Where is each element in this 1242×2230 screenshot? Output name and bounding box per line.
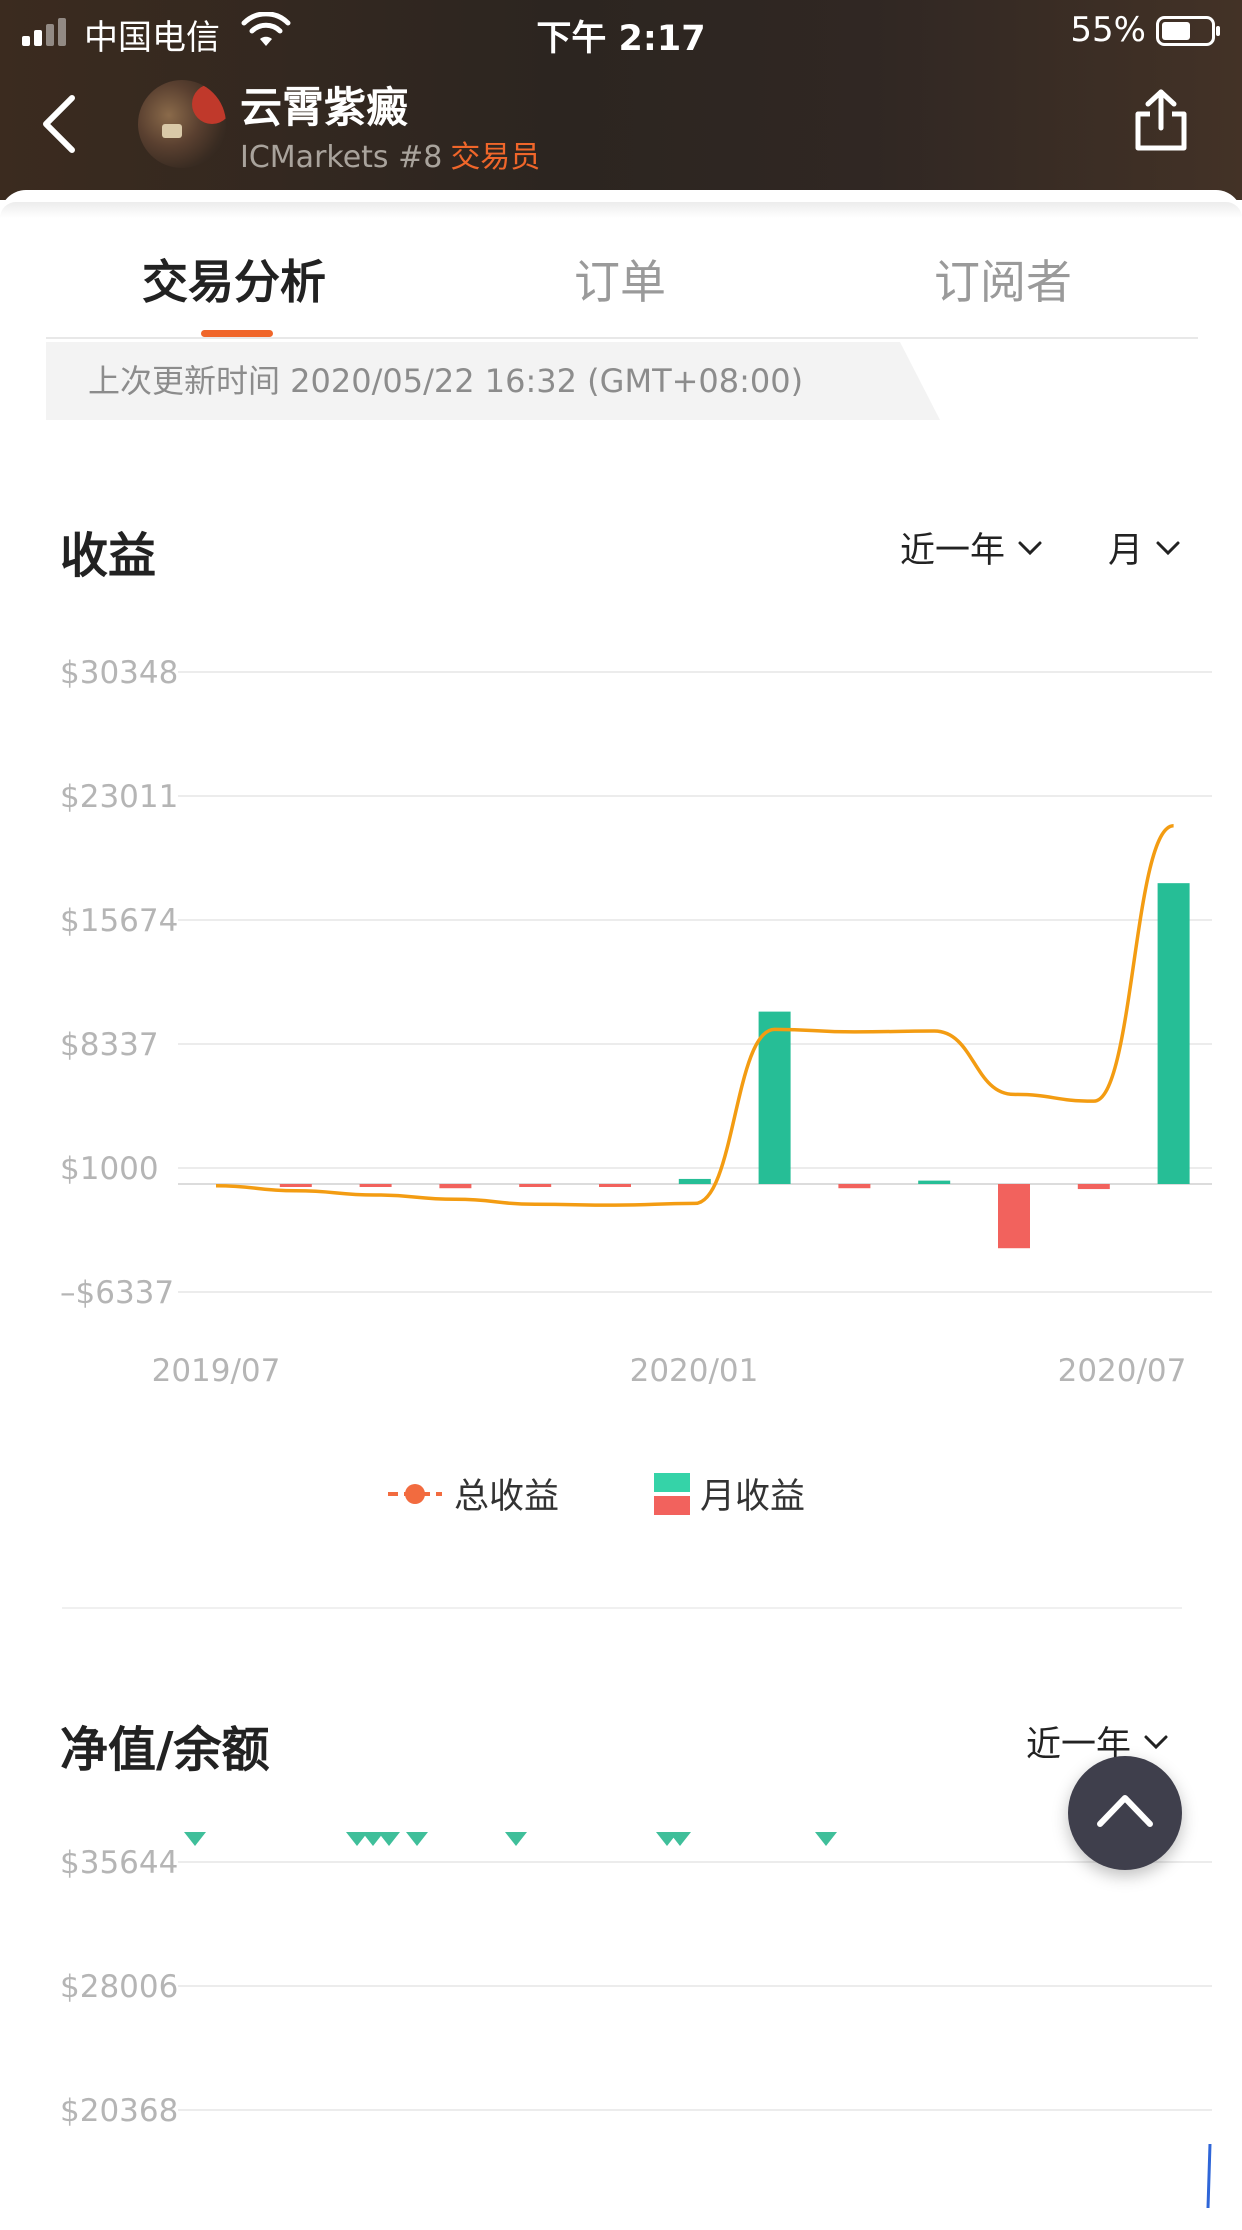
status-bar: 中国电信 下午 2:17 55% <box>0 0 1242 62</box>
profit-bar <box>359 1184 392 1187</box>
chevron-up-icon <box>1097 1795 1153 1827</box>
trader-nickname: 云霄紫癜 <box>240 83 409 132</box>
x-tick-label: 2019/07 <box>152 1353 281 1389</box>
profit-period-label: 月 <box>1108 531 1144 571</box>
tab-trade-analysis[interactable]: 交易分析 <box>142 246 326 312</box>
tab-divider <box>46 337 1198 339</box>
profit-period-dropdown[interactable]: 月 <box>1108 522 1181 573</box>
back-arrow-icon[interactable] <box>36 92 80 156</box>
profit-bar <box>599 1184 631 1187</box>
profit-bar <box>758 1011 791 1184</box>
legend-monthly-profit[interactable]: 月收益 <box>654 1468 805 1519</box>
profit-bar <box>678 1178 711 1184</box>
navigation-bar: 云霄紫癜 ICMarkets #8 交易员 <box>0 62 1242 200</box>
equity-section-title: 净值/余额 <box>60 1722 270 1778</box>
tab-orders[interactable]: 订单 <box>574 246 666 312</box>
y-tick-label: $30348 <box>60 655 178 691</box>
y-tick-label: $15674 <box>60 903 178 939</box>
profit-section-title: 收益 <box>60 528 157 584</box>
y-tick-label: $8337 <box>60 1027 159 1063</box>
y-tick-label: $28006 <box>60 1969 178 2005</box>
profit-range-dropdown[interactable]: 近一年 <box>900 522 1043 573</box>
deposit-marker <box>378 1832 400 1846</box>
profit-bar <box>998 1184 1030 1249</box>
profit-bar <box>838 1184 871 1189</box>
deposit-marker <box>505 1832 527 1846</box>
avatar[interactable] <box>138 80 226 168</box>
total-profit-line <box>215 823 1175 1207</box>
tab-bar: 交易分析 订单 订阅者 <box>0 220 1242 338</box>
bar-swatch-icon <box>654 1472 690 1515</box>
equity-chart: $35644 $28006 $20368 <box>60 1832 1212 2208</box>
chevron-down-icon <box>1144 1735 1168 1749</box>
share-icon[interactable] <box>1132 88 1190 152</box>
deposit-marker <box>184 1832 206 1846</box>
profit-bar <box>439 1184 472 1189</box>
y-tick-label: $35644 <box>60 1845 178 1881</box>
profit-bar <box>279 1184 312 1187</box>
profit-bar <box>1077 1184 1110 1190</box>
role-badge: 交易员 <box>450 140 541 175</box>
card-top-edge <box>0 202 1242 218</box>
equity-range-dropdown[interactable]: 近一年 <box>1026 1716 1169 1767</box>
broker-account: ICMarkets #8 <box>240 140 443 175</box>
profit-bar <box>1157 883 1190 1184</box>
y-tick-label: $23011 <box>60 779 178 815</box>
last-update-time: 上次更新时间 2020/05/22 16:32 (GMT+08:00) <box>46 342 940 420</box>
profit-bar <box>918 1180 951 1184</box>
y-tick-label: $1000 <box>60 1151 159 1187</box>
legend-total-profit[interactable]: 总收益 <box>386 1468 559 1519</box>
x-tick-label: 2020/07 <box>1058 1353 1187 1389</box>
profit-bar <box>519 1184 552 1187</box>
chevron-down-icon <box>1018 541 1042 555</box>
tab-subscribers[interactable]: 订阅者 <box>934 246 1072 312</box>
y-tick-label: $20368 <box>60 2093 178 2129</box>
battery-percent: 55% <box>1070 10 1146 50</box>
section-divider <box>62 1607 1182 1609</box>
deposit-marker <box>815 1832 837 1846</box>
profit-chart-legend: 总收益 月收益 <box>0 1468 1242 1528</box>
deposit-marker <box>406 1832 428 1846</box>
profit-chart: $30348 $23011 $15674 $8337 $1000 –$6337 2019/0… <box>60 655 1212 1389</box>
chevron-down-icon <box>1156 541 1180 555</box>
legend-monthly-profit-label: 月收益 <box>700 1477 806 1517</box>
equity-line <box>1206 2143 1212 2208</box>
status-time: 下午 2:17 <box>536 19 706 59</box>
legend-total-profit-label: 总收益 <box>454 1477 560 1517</box>
active-tab-indicator <box>201 330 273 337</box>
profit-range-label: 近一年 <box>900 531 1006 571</box>
scroll-to-top-button[interactable] <box>1068 1756 1182 1870</box>
y-tick-label: –$6337 <box>60 1275 174 1311</box>
line-marker-icon <box>388 1483 442 1504</box>
app-header: 中国电信 下午 2:17 55% 云霄紫癜 ICMarkets #8 交易员 <box>0 0 1242 200</box>
trader-subtitle: ICMarkets #8 交易员 <box>240 132 540 176</box>
x-tick-label: 2020/01 <box>630 1353 759 1389</box>
battery-icon <box>1156 16 1220 46</box>
